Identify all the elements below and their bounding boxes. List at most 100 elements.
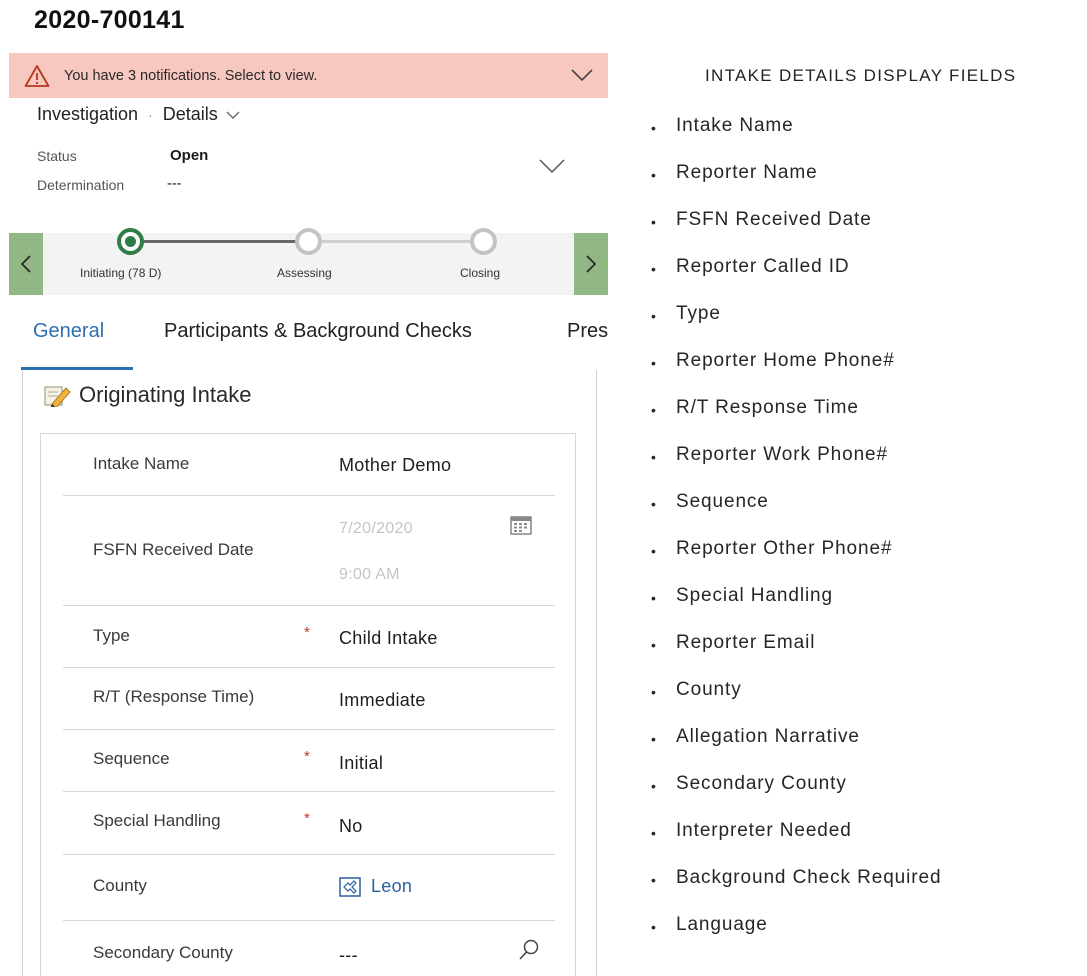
- display-field-name: Type: [676, 303, 721, 324]
- display-field-name: Special Handling: [676, 585, 833, 606]
- list-item: • Reporter Name: [651, 162, 941, 209]
- tab-general[interactable]: General: [33, 320, 104, 343]
- special-handling-value[interactable]: No: [339, 816, 363, 837]
- list-item: • Reporter Work Phone#: [651, 444, 941, 491]
- stage-label-closing[interactable]: Closing: [460, 266, 500, 280]
- chevron-left-icon: [20, 255, 31, 273]
- display-field-name: Reporter Work Phone#: [676, 444, 888, 465]
- bullet: •: [651, 543, 657, 559]
- bullet: •: [651, 825, 657, 841]
- field-label: Special Handling: [93, 811, 221, 830]
- response-time-value[interactable]: Immediate: [339, 690, 426, 711]
- field-label: Type: [93, 626, 130, 645]
- process-connector: [134, 240, 299, 243]
- bullet: •: [651, 214, 657, 230]
- list-item: • Secondary County: [651, 773, 941, 820]
- business-process-flow: Initiating (78 D) Assessing Closing: [9, 228, 608, 295]
- process-prev-button[interactable]: [9, 233, 43, 295]
- tab-participants-background-checks[interactable]: Participants & Background Checks: [164, 320, 472, 343]
- field-row-secondary-county: Secondary County ---: [63, 921, 555, 976]
- calendar-icon[interactable]: [510, 515, 532, 535]
- list-item: • Language: [651, 914, 941, 961]
- county-lookup-link[interactable]: Leon: [339, 876, 412, 897]
- stage-node-initiating[interactable]: [117, 228, 144, 255]
- list-item: • Interpreter Needed: [651, 820, 941, 867]
- required-indicator: *: [304, 748, 310, 765]
- chevron-down-icon[interactable]: [538, 158, 566, 174]
- display-field-name: Reporter Called ID: [676, 256, 850, 277]
- tab-pres[interactable]: Pres: [567, 320, 608, 343]
- stage-label-assessing[interactable]: Assessing: [277, 266, 332, 280]
- bullet: •: [651, 496, 657, 512]
- secondary-county-value[interactable]: ---: [339, 945, 358, 966]
- field-row-response-time: R/T (Response Time) Immediate: [63, 668, 555, 730]
- field-label: Sequence: [93, 749, 170, 768]
- warning-icon: [24, 64, 50, 87]
- display-field-name: Sequence: [676, 491, 769, 512]
- field-row-type: Type * Child Intake: [63, 606, 555, 668]
- display-field-name: Secondary County: [676, 773, 847, 794]
- bullet: •: [651, 120, 657, 136]
- determination-label: Determination: [37, 177, 125, 193]
- stage-node-closing[interactable]: [470, 228, 497, 255]
- lookup-entity-icon: [339, 876, 361, 897]
- field-label: County: [93, 876, 147, 895]
- chevron-down-icon[interactable]: [570, 67, 594, 83]
- intake-fields-card: Intake Name Mother Demo FSFN Received Da…: [40, 433, 576, 976]
- search-icon[interactable]: [518, 938, 540, 962]
- display-field-name: FSFN Received Date: [676, 209, 872, 230]
- notification-text: You have 3 notifications. Select to view…: [64, 67, 318, 84]
- notification-bar[interactable]: You have 3 notifications. Select to view…: [9, 53, 608, 98]
- process-connector: [322, 240, 472, 243]
- list-item: • Allegation Narrative: [651, 726, 941, 773]
- display-field-name: Intake Name: [676, 115, 794, 136]
- received-time-input[interactable]: 9:00 AM: [339, 566, 400, 584]
- bullet: •: [651, 684, 657, 700]
- required-indicator: *: [304, 624, 310, 641]
- bullet: •: [651, 449, 657, 465]
- chevron-down-icon[interactable]: [226, 110, 240, 120]
- process-next-button[interactable]: [574, 233, 608, 295]
- field-label: FSFN Received Date: [93, 540, 254, 559]
- separator-dot: ·: [148, 106, 153, 123]
- field-row-fsfn-received-date: FSFN Received Date 7/20/2020 9:00 AM: [63, 496, 555, 606]
- field-row-special-handling: Special Handling * No: [63, 792, 555, 855]
- originating-intake-section: Originating Intake Intake Name Mother De…: [22, 370, 597, 976]
- entity-name: Investigation: [37, 104, 139, 124]
- section-title: Originating Intake: [79, 382, 252, 407]
- county-value[interactable]: Leon: [371, 876, 412, 897]
- list-item: • Reporter Email: [651, 632, 941, 679]
- bullet: •: [651, 402, 657, 418]
- list-item: • FSFN Received Date: [651, 209, 941, 256]
- intake-name-value[interactable]: Mother Demo: [339, 455, 451, 476]
- list-item: • Reporter Called ID: [651, 256, 941, 303]
- status-value: Open: [170, 147, 209, 164]
- bullet: •: [651, 355, 657, 371]
- received-date-input[interactable]: 7/20/2020: [339, 520, 413, 538]
- bullet: •: [651, 778, 657, 794]
- status-label: Status: [37, 148, 77, 164]
- form-selector[interactable]: Details: [163, 104, 218, 125]
- stage-node-assessing[interactable]: [295, 228, 322, 255]
- display-field-name: Reporter Other Phone#: [676, 538, 893, 559]
- bullet: •: [651, 590, 657, 606]
- display-field-name: Reporter Name: [676, 162, 818, 183]
- display-field-name: R/T Response Time: [676, 397, 859, 418]
- display-field-name: Language: [676, 914, 768, 935]
- field-row-county: County Leon: [63, 855, 555, 921]
- bullet: •: [651, 167, 657, 183]
- field-row-intake-name: Intake Name Mother Demo: [63, 434, 555, 496]
- field-label: R/T (Response Time): [93, 687, 255, 706]
- list-item: • Special Handling: [651, 585, 941, 632]
- display-field-name: Reporter Email: [676, 632, 816, 653]
- type-value[interactable]: Child Intake: [339, 628, 438, 649]
- chevron-right-icon: [586, 255, 597, 273]
- stage-label-initiating[interactable]: Initiating (78 D): [80, 266, 161, 280]
- form-breadcrumb: Investigation · Details: [37, 104, 240, 125]
- list-item: • Reporter Other Phone#: [651, 538, 941, 585]
- sequence-value[interactable]: Initial: [339, 753, 383, 774]
- bullet: •: [651, 261, 657, 277]
- list-item: • Background Check Required: [651, 867, 941, 914]
- section-header: Originating Intake: [43, 382, 251, 408]
- form-tabs: General Participants & Background Checks…: [9, 316, 608, 370]
